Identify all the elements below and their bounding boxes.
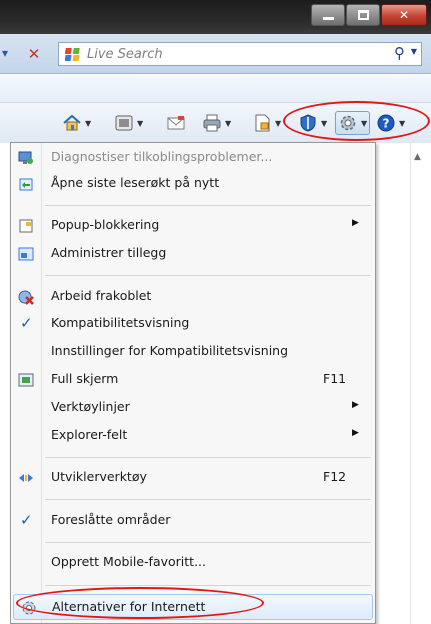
submenu-arrow-icon: ▶ (352, 400, 359, 410)
menu-item-toolbars[interactable]: Verktøylinjer ▶ (11, 395, 375, 421)
title-bar: ✕ (0, 0, 431, 34)
menu-item-label: Utviklerverktøy (51, 469, 147, 484)
search-dropdown-icon[interactable]: ▼ (411, 47, 417, 56)
offline-icon (18, 290, 34, 305)
tools-menu: Diagnostiser tilkoblingsproblemer... Åpn… (10, 142, 376, 624)
checkmark-icon: ✓ (20, 314, 33, 332)
svg-text:?: ? (383, 117, 390, 131)
help-button[interactable]: ? ▼ (376, 111, 405, 135)
stop-icon: ✕ (27, 45, 41, 63)
chevron-down-icon[interactable]: ▼ (275, 119, 281, 128)
menu-item-full-screen[interactable]: Full skjerm F11 (11, 367, 375, 393)
search-icon[interactable]: ⚲ (394, 44, 405, 62)
menu-item-label: Kompatibilitetsvisning (51, 315, 190, 330)
minimize-button[interactable] (311, 4, 345, 26)
close-button[interactable]: ✕ (381, 4, 427, 26)
minimize-icon (323, 17, 334, 20)
menu-item-label: Administrer tillegg (51, 245, 167, 260)
tools-gear-icon (340, 115, 356, 131)
menu-separator (45, 457, 371, 458)
menu-item-suggested-sites[interactable]: ✓ Foreslåtte områder (11, 508, 375, 534)
search-box[interactable]: ⚲ ▼ (58, 42, 422, 66)
menu-separator (45, 499, 371, 500)
menu-item-label: Åpne siste leserøkt på nytt (51, 175, 220, 190)
chevron-down-icon[interactable]: ▼ (137, 119, 143, 128)
menu-item-create-mobile-favorite[interactable]: Opprett Mobile-favoritt... (11, 550, 375, 576)
menu-item-diagnose[interactable]: Diagnostiser tilkoblingsproblemer... (11, 145, 375, 171)
menu-separator (45, 585, 371, 586)
menu-item-compatibility-view[interactable]: ✓ Kompatibilitetsvisning (11, 311, 375, 337)
menu-item-label: Innstillinger for Kompatibilitetsvisning (51, 343, 289, 358)
chevron-down-icon[interactable]: ▼ (85, 119, 91, 128)
menu-separator (45, 205, 371, 206)
mail-icon (167, 116, 185, 130)
home-icon (63, 114, 81, 131)
menu-item-developer-tools[interactable]: Utviklerverktøy F12 (11, 465, 375, 491)
menu-separator (45, 275, 371, 276)
maximize-button[interactable] (346, 4, 380, 26)
menu-item-label: Foreslåtte områder (51, 512, 171, 527)
chevron-down-icon[interactable]: ▼ (321, 119, 327, 128)
menu-item-label: Full skjerm (51, 371, 119, 386)
menu-item-compatibility-settings[interactable]: Innstillinger for Kompatibilitetsvisning (11, 339, 375, 365)
scrollbar-track[interactable] (410, 143, 411, 624)
safety-button[interactable]: ▼ (298, 111, 327, 135)
submenu-arrow-icon: ▶ (352, 428, 359, 438)
popup-blocker-icon (19, 219, 33, 233)
feeds-button[interactable]: ▼ (114, 111, 143, 135)
print-icon (203, 114, 221, 132)
chevron-down-icon[interactable]: ▼ (399, 119, 405, 128)
addons-icon (18, 247, 34, 261)
menu-item-popup-blocker[interactable]: Popup-blokkering ▶ (11, 213, 375, 239)
search-input[interactable] (87, 43, 377, 65)
print-button[interactable]: ▼ (202, 111, 231, 135)
mail-button[interactable] (166, 111, 186, 135)
dropdown-arrow-icon[interactable]: ▾ (2, 46, 8, 60)
favorites-strip (0, 75, 431, 103)
menu-separator (45, 542, 371, 543)
menu-item-label: Opprett Mobile-favoritt... (51, 554, 206, 569)
menu-item-manage-addons[interactable]: Administrer tillegg (11, 241, 375, 267)
feeds-icon (115, 115, 133, 131)
internet-options-icon (22, 601, 36, 615)
menu-shortcut: F12 (323, 469, 347, 484)
page-icon (255, 114, 270, 132)
menu-item-label: Alternativer for Internett (52, 599, 206, 614)
maximize-icon (358, 10, 369, 20)
menu-item-label: Verktøylinjer (51, 399, 130, 414)
menu-item-reopen-session[interactable]: Åpne siste leserøkt på nytt (11, 171, 375, 197)
window-controls: ✕ (310, 4, 427, 26)
developer-tools-icon (19, 474, 33, 482)
close-icon: ✕ (398, 8, 410, 22)
menu-item-label: Diagnostiser tilkoblingsproblemer... (51, 149, 273, 164)
live-search-logo-icon (65, 48, 80, 61)
menu-item-label: Popup-blokkering (51, 217, 160, 232)
diagnose-icon (18, 151, 33, 164)
menu-item-label: Arbeid frakoblet (51, 288, 152, 303)
scroll-up-icon[interactable]: ▲ (414, 152, 421, 162)
stop-button[interactable]: ✕ (22, 43, 46, 65)
menu-item-label: Explorer-felt (51, 427, 128, 442)
reopen-session-icon (19, 178, 33, 191)
menu-item-internet-options[interactable]: Alternativer for Internett (13, 594, 373, 620)
home-button[interactable]: ▼ (62, 111, 91, 135)
checkmark-icon: ✓ (20, 511, 33, 529)
fullscreen-icon (18, 373, 34, 387)
tools-button[interactable]: ▼ (335, 111, 371, 135)
page-button[interactable]: ▼ (252, 111, 281, 135)
menu-item-explorer-bars[interactable]: Explorer-felt ▶ (11, 423, 375, 449)
help-icon: ? (377, 114, 395, 132)
menu-shortcut: F11 (323, 371, 347, 386)
submenu-arrow-icon: ▶ (352, 218, 359, 228)
search-bar: ▾ ✕ ⚲ ▼ (0, 34, 431, 74)
menu-item-work-offline[interactable]: Arbeid frakoblet (11, 284, 375, 310)
command-bar: ▼ ▼ ▼ ▼ ▼ ▼ ? ▼ (0, 103, 431, 143)
chevron-down-icon[interactable]: ▼ (225, 119, 231, 128)
chevron-down-icon[interactable]: ▼ (361, 119, 367, 128)
safety-shield-icon (300, 114, 316, 132)
